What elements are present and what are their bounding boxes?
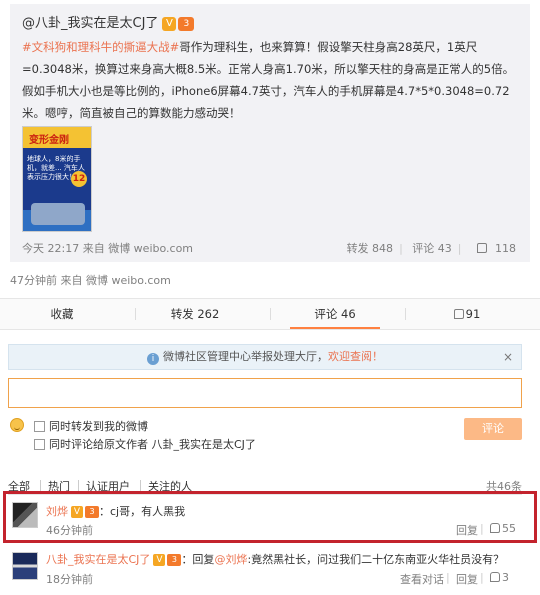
community-notice: i 微博社区管理中心举报处理大厅，欢迎查阅！ × <box>8 344 522 370</box>
verified-badge-icon: V <box>153 554 166 566</box>
comment-time: 46分钟前 <box>46 524 93 537</box>
mention-link[interactable]: @刘烨 <box>214 553 247 566</box>
image-badge: 12 <box>71 171 87 187</box>
comment-user-name[interactable]: 刘烨 <box>46 505 68 518</box>
post-image-thumbnail[interactable]: 变形金刚 地球人，8米的手机，就差... 汽车人表示压力很大！ 12 <box>22 126 92 232</box>
comment-text: ：cj哥，有人黑我 <box>99 505 186 518</box>
info-icon: i <box>147 353 159 365</box>
original-post-text: #文科狗和理科牛的撕逼大战#哥作为理科生，也来算算！假设擎天柱身高28英尺，1英… <box>22 36 522 124</box>
tab-repost[interactable]: 转发 262 <box>150 299 240 329</box>
comment-line: 八卦_我实在是太CJ了 V 3 ：回复@刘烨:竟然黑社长，问过我们二十亿东南亚火华社员… <box>46 551 504 567</box>
comment-user-name[interactable]: 八卦_我实在是太CJ了 <box>46 553 150 566</box>
original-author-name[interactable]: @八卦_我实在是太CJ了 <box>22 16 158 31</box>
reply-link[interactable]: 回复 <box>456 571 478 587</box>
comment-time: 18分钟前 <box>46 573 93 586</box>
comment-input[interactable] <box>8 378 522 408</box>
original-post-card: @八卦_我实在是太CJ了 V 3 #文科狗和理科牛的撕逼大战#哥作为理科生，也来算算… <box>10 4 530 262</box>
comment-like-button[interactable]: 3 <box>490 571 509 584</box>
close-icon[interactable]: × <box>503 345 513 369</box>
comment-like-button[interactable]: 55 <box>490 522 516 535</box>
thumbs-up-icon <box>477 243 487 253</box>
submit-comment-button[interactable]: 评论 <box>464 418 522 440</box>
post-timestamp[interactable]: 47分钟前 来自 微博 weibo.com <box>10 272 171 288</box>
comment-author-checkbox[interactable] <box>34 439 45 450</box>
comment-text-prefix: ：回复 <box>181 553 215 566</box>
verified-badge-icon: V <box>71 506 83 518</box>
comment-text: :竟然黑社长，问过我们二十亿东南亚火华社员没有？ <box>247 553 505 566</box>
hashtag-link[interactable]: #文科狗和理科牛的撕逼大战# <box>22 40 179 54</box>
action-tab-bar: 收藏 转发 262 评论 46 91 <box>0 298 540 330</box>
verified-badge-icon: V <box>162 16 177 31</box>
tab-like[interactable]: 91 <box>430 299 504 329</box>
view-conversation-link[interactable]: 查看对话 <box>400 571 444 587</box>
thumbs-up-icon <box>453 309 464 319</box>
repost-option[interactable]: 同时转发到我的微博 <box>34 418 148 434</box>
level-badge-icon: 3 <box>178 16 195 31</box>
original-author[interactable]: @八卦_我实在是太CJ了 V 3 <box>22 12 195 31</box>
avatar[interactable] <box>12 552 38 580</box>
avatar[interactable] <box>12 502 38 528</box>
repost-checkbox[interactable] <box>34 421 45 432</box>
thumbs-up-icon <box>490 572 500 582</box>
comment-count-link[interactable]: 评论 43 <box>412 242 452 255</box>
comment-author-option[interactable]: 同时评论给原文作者 八卦_我实在是太CJ了 <box>34 436 256 452</box>
image-title: 变形金刚 <box>29 135 69 146</box>
comment-line: 刘烨 V 3 ：cj哥，有人黑我 <box>46 503 185 519</box>
level-badge-icon: 3 <box>85 506 99 518</box>
reply-link[interactable]: 回复 <box>456 522 478 538</box>
level-badge-icon: 3 <box>167 554 182 566</box>
notice-text: 微博社区管理中心举报处理大厅， <box>163 350 328 363</box>
tab-favorite[interactable]: 收藏 <box>20 299 104 329</box>
original-post-actions: 转发 848 | 评论 43 | 118 <box>346 242 516 255</box>
emoji-icon[interactable] <box>10 418 24 432</box>
like-button[interactable]: 118 <box>471 242 516 255</box>
robot-figure <box>31 203 85 225</box>
repost-count-link[interactable]: 转发 848 <box>347 242 394 255</box>
thumbs-up-icon <box>490 523 500 533</box>
notice-link[interactable]: 欢迎查阅！ <box>328 350 383 363</box>
tab-comment[interactable]: 评论 46 <box>290 299 380 329</box>
original-post-timestamp[interactable]: 今天 22:17 来自 微博 weibo.com <box>22 240 193 256</box>
